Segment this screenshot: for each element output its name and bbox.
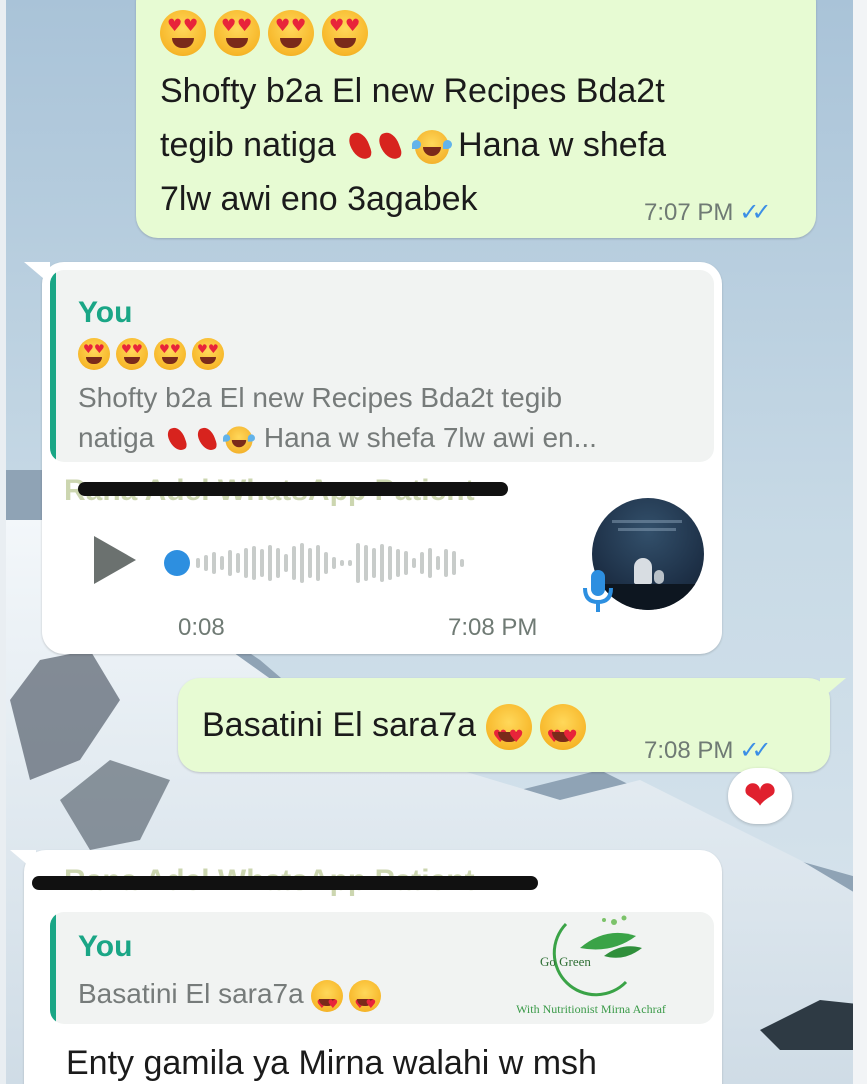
quote-bar — [50, 270, 56, 462]
heart-eyes-emoji — [192, 338, 224, 370]
voice-duration: 0:08 — [178, 614, 225, 641]
heart-eyes-emoji — [116, 338, 148, 370]
waveform[interactable] — [196, 540, 464, 586]
heart-eyes-emoji — [268, 10, 314, 56]
heart-eyes-emoji — [160, 10, 206, 56]
quote-text: Basatini El sara7a — [78, 974, 387, 1024]
quote-text-part: Basatini El sara7a — [78, 978, 304, 1009]
dancer-emoji — [345, 129, 375, 164]
message-line: 7lw awi eno 3agabek — [160, 180, 478, 218]
double-check-icon: ✓✓ — [739, 737, 771, 764]
time-text: 7:08 PM — [644, 737, 734, 764]
message-text: tegib natiga — [160, 126, 336, 164]
quote-author: You — [78, 296, 133, 329]
bubble-tail — [10, 850, 36, 872]
laughing-emoji — [223, 426, 256, 454]
heart-eyes-emoji — [485, 704, 532, 764]
outgoing-message-basatini[interactable]: Basatini El sara7a 7:08 PM✓✓ — [178, 678, 846, 772]
logo-subtitle: With Nutritionist Mirna Achraf — [516, 1002, 666, 1016]
message-line: Basatini El sara7a — [202, 698, 594, 764]
logo-title: Go Green — [540, 954, 591, 969]
message-timestamp: 7:08 PM ✓✓ — [644, 736, 772, 765]
leaf-logo — [552, 915, 642, 997]
quote-bar — [50, 912, 56, 1024]
message-text: Hana w shefa — [458, 126, 667, 164]
message-timestamp: 7:07 PM ✓✓ — [644, 198, 772, 227]
heart-eyes-emoji — [539, 704, 586, 764]
mic-icon — [583, 570, 613, 612]
bubble-tail — [24, 262, 50, 284]
heart-eyes-emoji — [322, 10, 368, 56]
dancer-emoji — [375, 129, 405, 164]
message-text: Basatini El sara7a — [202, 706, 477, 744]
heart-eyes-emoji — [154, 338, 186, 370]
playback-position-dot[interactable] — [164, 550, 190, 576]
dancer-emoji — [194, 424, 220, 454]
scrollbar-track[interactable] — [853, 0, 867, 1084]
heart-eyes-emoji — [214, 10, 260, 56]
bubble-tail — [820, 678, 846, 700]
quote-text-part: natiga — [78, 422, 155, 453]
dancer-emoji — [164, 424, 190, 454]
quote-text: natiga Hana w shefa 7lw awi en... — [78, 418, 597, 458]
time-text: 7:07 PM — [644, 199, 734, 226]
double-check-icon: ✓✓ — [739, 199, 771, 226]
quote-author: You — [78, 930, 133, 963]
heart-eyes-emoji — [349, 979, 382, 1024]
heart-eyes-emoji — [311, 979, 344, 1024]
quote-text-part: Hana w shefa 7lw awi en... — [263, 422, 597, 453]
heart-icon: ❤ — [743, 773, 777, 819]
left-edge — [0, 0, 6, 1084]
heart-eyes-emoji — [78, 338, 110, 370]
quote-text: Shofty b2a El new Recipes Bda2t tegib — [78, 382, 563, 413]
laughing-emoji — [411, 130, 452, 165]
quoted-message[interactable]: You Shofty b2a El new Recipes Bda2t tegi… — [50, 270, 714, 462]
message-line: Shofty b2a El new Recipes Bda2t — [160, 72, 665, 110]
outgoing-message-recipes[interactable]: Shofty b2a El new Recipes Bda2t tegib na… — [136, 0, 816, 238]
message-line: tegib natiga Hana w shefa — [160, 118, 666, 172]
heart-reaction[interactable]: ❤ — [728, 768, 792, 824]
message-timestamp: 7:08 PM — [448, 614, 538, 641]
go-green-watermark: Go Green With Nutritionist Mirna Achraf — [496, 912, 686, 1022]
play-icon[interactable] — [90, 532, 140, 588]
emoji-row — [160, 10, 376, 60]
quote-emoji-row — [78, 338, 230, 370]
redaction-bar — [32, 876, 538, 890]
incoming-voice-message[interactable]: You Shofty b2a El new Recipes Bda2t tegi… — [24, 262, 722, 654]
message-line: Enty gamila ya Mirna walahi w msh — [66, 1044, 597, 1082]
redaction-bar — [78, 482, 508, 496]
